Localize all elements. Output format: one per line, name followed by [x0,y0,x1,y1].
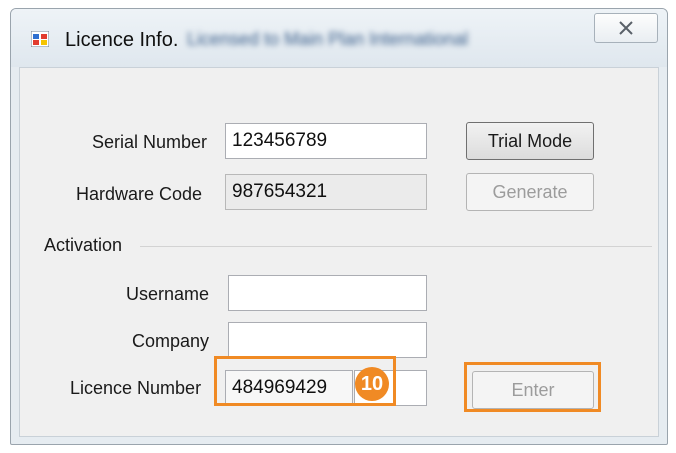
close-button[interactable] [594,13,658,43]
enter-button-highlight [464,362,601,412]
activation-section-label: Activation [44,235,123,255]
username-label: Username [126,284,210,304]
username-input[interactable] [228,275,427,311]
window-title-suffix: Licensed to Main Plan International [187,29,469,49]
close-icon [618,21,634,35]
generate-button[interactable]: Generate [466,173,594,211]
company-input[interactable] [228,322,427,358]
title-bar[interactable]: Licence Info. Licensed to Main Plan Inte… [11,9,667,67]
hardware-code-label: Hardware Code [76,184,203,204]
trial-mode-button[interactable]: Trial Mode [466,122,594,160]
hardware-code-input[interactable] [225,174,427,210]
serial-number-input[interactable] [225,123,427,159]
window-title: Licence Info. [65,29,179,51]
company-label: Company [132,331,210,351]
form-panel: Serial Number Trial Mode Hardware Code G… [19,67,659,437]
licence-number-label: Licence Number [70,378,202,398]
activation-divider [140,246,652,247]
serial-number-label: Serial Number [92,132,208,152]
licence-app-icon [30,30,50,48]
licence-info-window: Licence Info. Licensed to Main Plan Inte… [10,8,668,445]
step-number-badge: 10 [355,367,389,401]
